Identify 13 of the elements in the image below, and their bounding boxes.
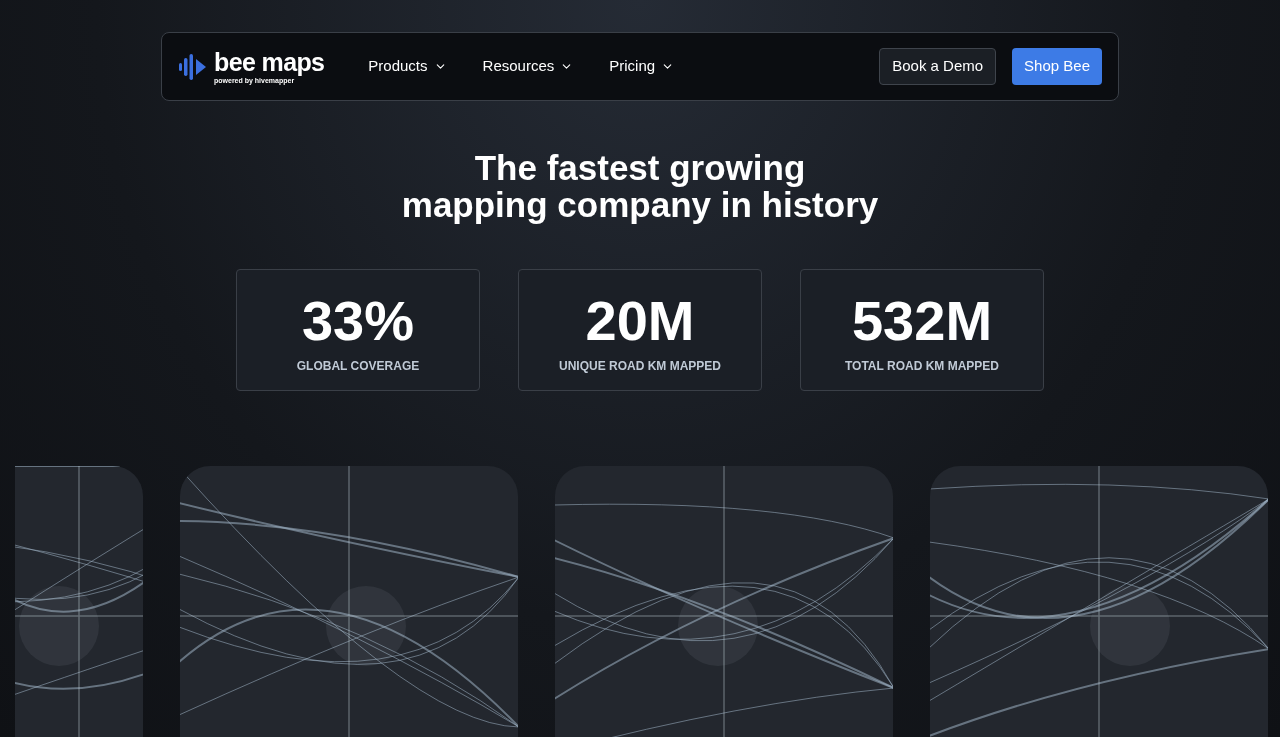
nav-menu-item[interactable]: Resources [482,55,574,78]
nav-menu-item[interactable]: Products [368,55,447,78]
stat-value: 20M [585,293,695,349]
stat-value: 532M [851,293,993,349]
stat-value: 33% [301,293,415,349]
stat-label: TOTAL ROAD KM MAPPED [845,358,999,375]
stat-label: GLOBAL COVERAGE [296,358,420,375]
logo-wordmark[interactable]: bee maps [214,49,325,75]
stat-label: UNIQUE ROAD KM MAPPED [559,358,721,375]
shop-button[interactable]: Shop Bee [1012,48,1102,85]
nav-menu-item[interactable]: Pricing [609,55,675,78]
headline: The fastest growing mapping company in history [400,149,880,223]
demo-button[interactable]: Book a Demo [879,48,997,85]
